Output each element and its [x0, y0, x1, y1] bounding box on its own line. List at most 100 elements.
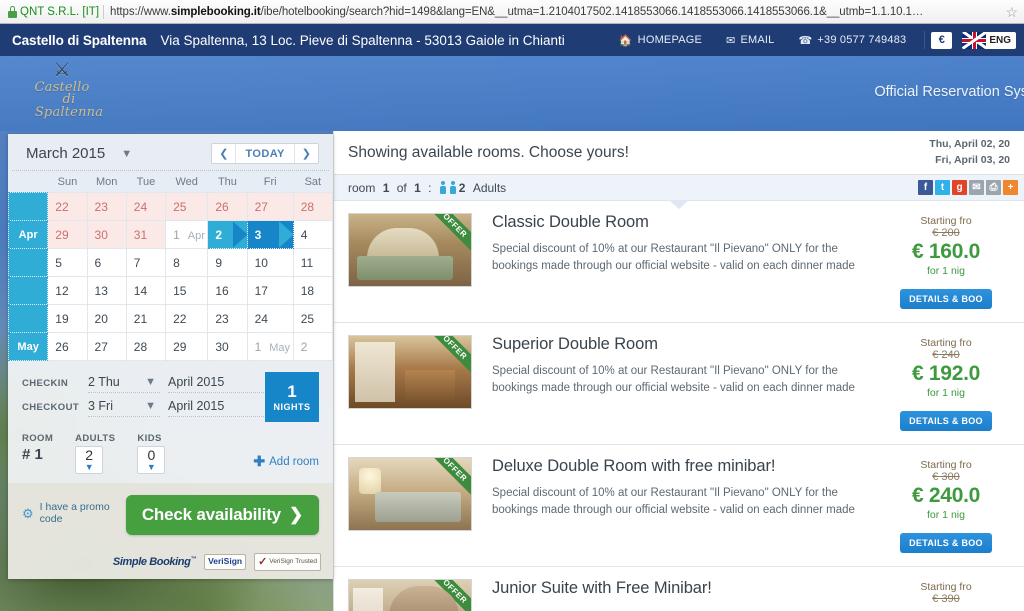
twitter-share-icon[interactable]: t	[935, 180, 950, 195]
calendar-day-16[interactable]: 16	[207, 276, 248, 305]
calendar-day-23[interactable]: 23	[207, 304, 248, 333]
room-row[interactable]: OFFER Junior Suite with Free Minibar! St…	[334, 567, 1024, 611]
calendar-day-28[interactable]: 28	[125, 332, 167, 361]
calendar-day-7[interactable]: 7	[125, 248, 167, 277]
hotel-address: Via Spaltenna, 13 Loc. Pieve di Spaltenn…	[160, 32, 565, 48]
occupancy-summary: room 1 of 1 : 2 Adults	[348, 181, 506, 195]
calendar-day-1[interactable]: 1 May	[246, 332, 294, 361]
calendar-day-12[interactable]: 12	[47, 276, 88, 305]
calendar-day-21[interactable]: 21	[125, 304, 167, 333]
calendar-day-13[interactable]: 13	[86, 276, 127, 305]
calendar-day-2[interactable]: 2	[207, 220, 248, 249]
room-title[interactable]: Superior Double Room	[492, 335, 870, 354]
calendar-day-3[interactable]: 3	[246, 220, 294, 249]
logo-word-2: di Spaltenna	[34, 91, 104, 121]
calendar-day-30[interactable]: 30	[207, 332, 248, 361]
kids-stepper[interactable]: 0 ▼	[137, 446, 166, 475]
calendar-day-24[interactable]: 24	[246, 304, 294, 333]
email-share-icon[interactable]: ✉	[969, 180, 984, 195]
room-col-header: ROOM	[22, 433, 54, 444]
kids-col-header: KIDS	[137, 433, 162, 444]
calendar-day-22[interactable]: 22	[165, 304, 209, 333]
envelope-icon: ✉	[726, 34, 736, 47]
price-period-label: for 1 nig	[927, 265, 965, 277]
language-label: ENG	[989, 34, 1011, 46]
room-row[interactable]: OFFER Deluxe Double Room with free minib…	[334, 445, 1024, 567]
browser-address-bar[interactable]: QNT S.R.L. [IT] https://www.simplebookin…	[0, 0, 1024, 24]
chevron-down-icon: ▼	[145, 376, 156, 388]
nav-divider	[924, 31, 926, 49]
print-icon[interactable]: ⎙	[986, 180, 1001, 195]
calendar-day-15[interactable]: 15	[165, 276, 209, 305]
calendar-today-button[interactable]: TODAY	[235, 144, 295, 163]
calendar-day-2[interactable]: 2	[292, 332, 334, 361]
original-price: € 200	[932, 227, 960, 239]
checkin-day-value: 2 Thu	[88, 375, 120, 389]
details-and-book-button[interactable]: DETAILS & BOO	[900, 289, 992, 309]
hotel-top-nav: Castello di Spaltenna Via Spaltenna, 13 …	[0, 24, 1024, 56]
language-selector[interactable]: ENG	[962, 31, 1016, 49]
calendar-day-9[interactable]: 9	[207, 248, 248, 277]
calendar-day-20[interactable]: 20	[86, 304, 127, 333]
junior-suite-photo[interactable]: OFFER	[348, 579, 472, 611]
calendar-day-4[interactable]: 4	[292, 220, 334, 249]
calendar-day-8[interactable]: 8	[165, 248, 209, 277]
calendar-next-button[interactable]: ❯	[295, 144, 318, 163]
social-share-row: f t g ✉ ⎙ +	[918, 180, 1018, 195]
calendar-day-6[interactable]: 6	[86, 248, 127, 277]
calendar-day-26[interactable]: 26	[47, 332, 88, 361]
calendar-day-25: 25	[165, 192, 209, 221]
check-availability-label: Check availability	[141, 505, 281, 524]
deluxe-double-room-photo[interactable]: OFFER	[348, 457, 472, 531]
bookmark-star-icon[interactable]: ☆	[1005, 5, 1018, 19]
room-title[interactable]: Deluxe Double Room with free minibar!	[492, 457, 870, 476]
adults-stepper[interactable]: 2 ▼	[75, 446, 104, 475]
calendar-day-19[interactable]: 19	[47, 304, 88, 333]
chevron-down-icon: ▼	[145, 400, 156, 412]
superior-double-room-photo[interactable]: OFFER	[348, 335, 472, 409]
person-icon	[449, 181, 456, 194]
room-title[interactable]: Classic Double Room	[492, 213, 870, 232]
more-share-icon[interactable]: +	[1003, 180, 1018, 195]
room-title[interactable]: Junior Suite with Free Minibar!	[492, 579, 870, 598]
calendar-day-10[interactable]: 10	[246, 248, 294, 277]
calendar-prev-button[interactable]: ❮	[212, 144, 235, 163]
checkout-day-select[interactable]: 3 Fri ▼	[88, 397, 160, 417]
hotel-logo-wordmark: Castello di Spaltenna	[16, 81, 108, 120]
add-room-button[interactable]: ✚ Add room	[253, 453, 319, 470]
currency-selector[interactable]: €	[931, 31, 953, 49]
person-icon	[439, 181, 446, 194]
room-list: OFFER Classic Double Room Special discou…	[334, 201, 1024, 611]
nav-homepage-label: HOMEPAGE	[637, 34, 703, 46]
check-availability-button[interactable]: Check availability ❯	[125, 495, 319, 535]
calendar-day-25[interactable]: 25	[292, 304, 334, 333]
calendar-day-5[interactable]: 5	[47, 248, 88, 277]
calendar-day-11[interactable]: 11	[292, 248, 334, 277]
calendar-day-29: 29	[47, 220, 88, 249]
url-text[interactable]: https://www.simplebooking.it/ibe/hotelbo…	[110, 6, 997, 18]
calendar-month-selector[interactable]: March 2015 ▼	[26, 145, 132, 162]
hotel-logo[interactable]: ⚔ Castello di Spaltenna	[16, 61, 108, 123]
calendar-day-14[interactable]: 14	[125, 276, 167, 305]
room-row[interactable]: OFFER Classic Double Room Special discou…	[334, 201, 1024, 323]
calendar-day-31: 31	[125, 220, 167, 249]
promo-code-toggle[interactable]: ⚙ I have a promo code	[22, 501, 126, 525]
room-row[interactable]: OFFER Superior Double Room Special disco…	[334, 323, 1024, 445]
classic-double-room-photo[interactable]: OFFER	[348, 213, 472, 287]
calendar-day-1[interactable]: 1 Apr	[165, 220, 209, 249]
calendar-day-29[interactable]: 29	[165, 332, 209, 361]
details-and-book-button[interactable]: DETAILS & BOO	[900, 411, 992, 431]
googleplus-share-icon[interactable]: g	[952, 180, 967, 195]
nav-phone[interactable]: ☎ +39 0577 749483	[786, 34, 918, 47]
details-and-book-button[interactable]: DETAILS & BOO	[900, 533, 992, 553]
calendar-day-27[interactable]: 27	[86, 332, 127, 361]
gear-icon: ⚙	[22, 505, 34, 521]
ssl-ev-badge[interactable]: QNT S.R.L. [IT]	[6, 4, 105, 19]
calendar-day-17[interactable]: 17	[246, 276, 294, 305]
calendar-day-18[interactable]: 18	[292, 276, 334, 305]
nav-homepage[interactable]: 🏠 HOMEPAGE	[607, 34, 714, 47]
nav-email[interactable]: ✉ EMAIL	[714, 34, 786, 47]
calendar-grid: Sun Mon Tue Wed Thu Fri Sat 22 23 24 25 26 27 28 Apr 2…	[7, 173, 334, 361]
checkin-day-select[interactable]: 2 Thu ▼	[88, 373, 160, 393]
facebook-share-icon[interactable]: f	[918, 180, 933, 195]
